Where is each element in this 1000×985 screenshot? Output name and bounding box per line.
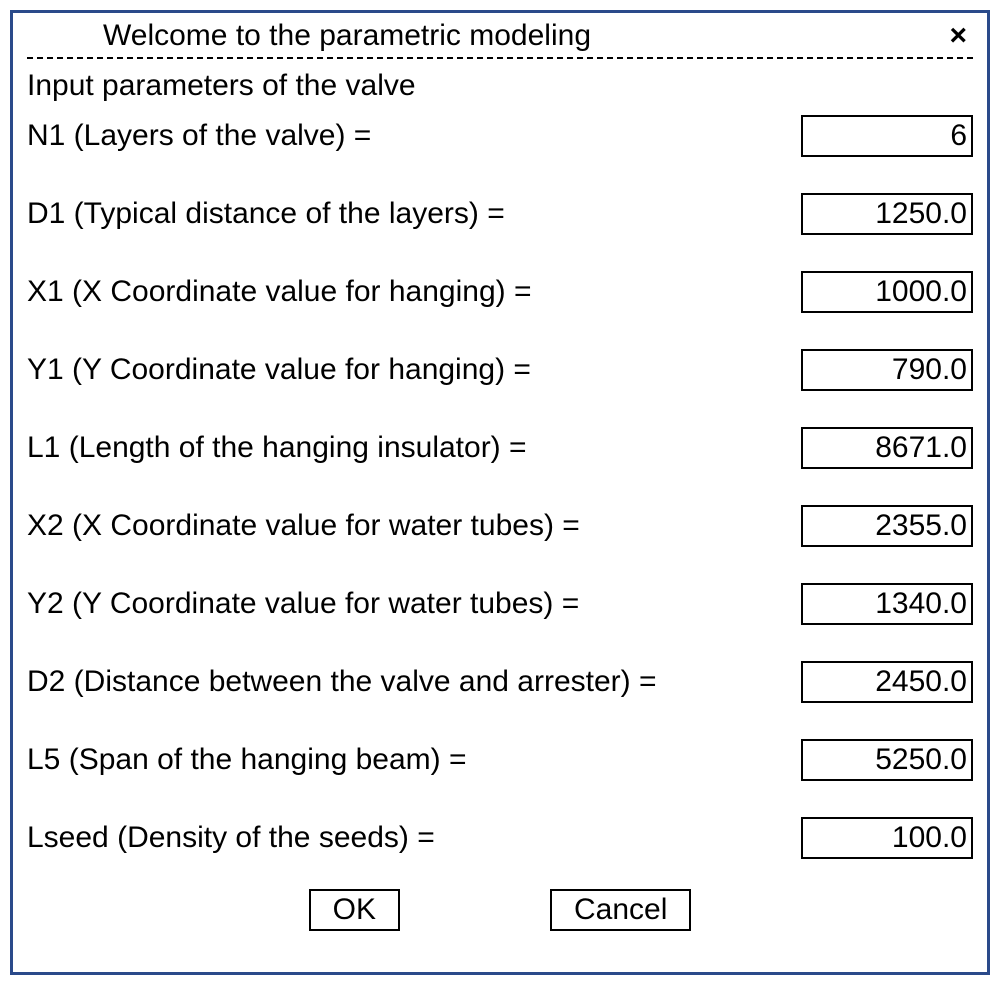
input-lseed[interactable] [801,817,973,859]
input-x1[interactable] [801,271,973,313]
label-lseed: Lseed (Density of the seeds) = [27,821,435,855]
input-d2[interactable] [801,661,973,703]
dialog: Welcome to the parametric modeling × Inp… [10,10,990,975]
row-y2: Y2 (Y Coordinate value for water tubes) … [27,583,973,625]
label-l1: L1 (Length of the hanging insulator) = [27,431,527,465]
row-x2: X2 (X Coordinate value for water tubes) … [27,505,973,547]
input-y2[interactable] [801,583,973,625]
button-bar: OK Cancel [27,889,973,931]
cancel-button[interactable]: Cancel [550,889,691,931]
input-l5[interactable] [801,739,973,781]
titlebar: Welcome to the parametric modeling × [27,19,973,59]
row-lseed: Lseed (Density of the seeds) = [27,817,973,859]
label-y1: Y1 (Y Coordinate value for hanging) = [27,353,531,387]
dialog-title: Welcome to the parametric modeling [27,19,949,53]
label-x2: X2 (X Coordinate value for water tubes) … [27,509,580,543]
input-d1[interactable] [801,193,973,235]
input-l1[interactable] [801,427,973,469]
row-d2: D2 (Distance between the valve and arres… [27,661,973,703]
row-l5: L5 (Span of the hanging beam) = [27,739,973,781]
label-n1: N1 (Layers of the valve) = [27,119,371,153]
row-d1: D1 (Typical distance of the layers) = [27,193,973,235]
form-rows: N1 (Layers of the valve) = D1 (Typical d… [27,111,973,895]
row-l1: L1 (Length of the hanging insulator) = [27,427,973,469]
row-x1: X1 (X Coordinate value for hanging) = [27,271,973,313]
input-y1[interactable] [801,349,973,391]
row-y1: Y1 (Y Coordinate value for hanging) = [27,349,973,391]
label-y2: Y2 (Y Coordinate value for water tubes) … [27,587,579,621]
row-n1: N1 (Layers of the valve) = [27,115,973,157]
close-icon[interactable]: × [949,19,973,53]
label-d2: D2 (Distance between the valve and arres… [27,665,657,699]
input-x2[interactable] [801,505,973,547]
section-header: Input parameters of the valve [27,69,973,103]
ok-button[interactable]: OK [309,889,400,931]
label-x1: X1 (X Coordinate value for hanging) = [27,275,531,309]
input-n1[interactable] [801,115,973,157]
label-d1: D1 (Typical distance of the layers) = [27,197,505,231]
label-l5: L5 (Span of the hanging beam) = [27,743,466,777]
